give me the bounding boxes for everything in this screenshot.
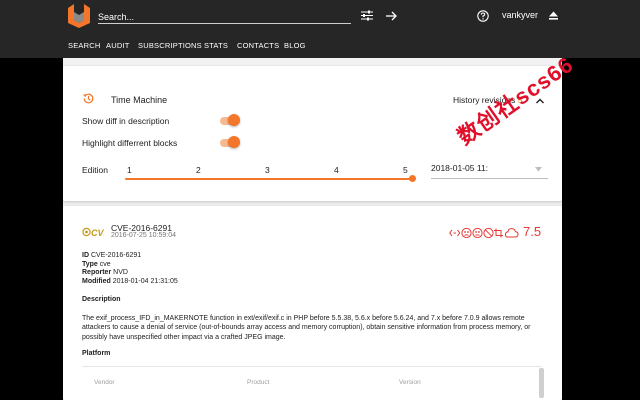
edition-tick-5[interactable]: 5 bbox=[403, 165, 408, 175]
cve-description: The exif_process_IFD_in_MAKERNOTE functi… bbox=[82, 315, 531, 341]
cve-reporter-row: Reporter NVD bbox=[82, 269, 128, 276]
platform-col-vendor[interactable]: Vendor bbox=[94, 379, 115, 386]
nav-blog[interactable]: BLOG bbox=[284, 41, 306, 50]
platform-col-product[interactable]: Product bbox=[247, 379, 269, 386]
edition-label: Edition bbox=[82, 165, 108, 175]
cve-logo: CVE bbox=[82, 225, 111, 239]
platform-table-scrollbar[interactable] bbox=[539, 368, 544, 398]
time-machine-title: Time Machine bbox=[111, 95, 168, 105]
top-bar: vankyver bbox=[0, 0, 640, 32]
highlight-blocks-toggle[interactable] bbox=[220, 136, 240, 150]
vulners-logo[interactable] bbox=[68, 4, 90, 28]
edition-tick-2[interactable]: 2 bbox=[196, 165, 201, 175]
nav-search[interactable]: SEARCH bbox=[68, 41, 100, 50]
arrow-right-icon[interactable] bbox=[385, 9, 398, 22]
cve-type-row: Type cve bbox=[82, 261, 111, 268]
edition-tick-4[interactable]: 4 bbox=[334, 165, 339, 175]
revision-date-value: 2018-01-05 11: bbox=[431, 163, 489, 173]
search-input[interactable] bbox=[98, 9, 351, 25]
nav-contacts[interactable]: CONTACTS bbox=[237, 41, 279, 50]
cve-modified-row: Modified 2018-01-04 21:31:05 bbox=[82, 278, 178, 285]
cve-detail-card: CVE CVE-2016-6291 2016-07-25 10:59:04 bbox=[63, 206, 562, 400]
username[interactable]: vankyver bbox=[502, 10, 538, 20]
revision-date-select[interactable]: 2018-01-05 11: bbox=[431, 163, 548, 179]
nav-audit[interactable]: AUDIT bbox=[106, 41, 130, 50]
cve-id-row: ID CVE-2016-6291 bbox=[82, 252, 142, 259]
cve-logo-text: CVE bbox=[91, 228, 104, 238]
description-heading: Description bbox=[82, 296, 121, 303]
show-diff-toggle[interactable] bbox=[220, 114, 240, 128]
show-diff-label: Show diff in description bbox=[82, 116, 170, 126]
search-box[interactable] bbox=[98, 7, 351, 25]
platform-col-version[interactable]: Version bbox=[399, 379, 421, 386]
history-icon bbox=[82, 92, 95, 105]
filter-settings-icon[interactable] bbox=[360, 9, 373, 22]
platform-table-divider bbox=[82, 366, 542, 367]
cve-action-icons bbox=[449, 226, 519, 239]
edition-slider-track[interactable] bbox=[125, 178, 413, 180]
nav-stats[interactable]: STATS bbox=[204, 41, 228, 50]
highlight-blocks-label: Highlight differrent blocks bbox=[82, 138, 178, 148]
edition-tick-3[interactable]: 3 bbox=[265, 165, 270, 175]
help-icon[interactable] bbox=[476, 9, 489, 22]
platform-heading: Platform bbox=[82, 350, 111, 357]
cvss-score: 7.5 bbox=[523, 224, 542, 239]
eject-icon[interactable] bbox=[548, 10, 559, 21]
nav-subscriptions[interactable]: SUBSCRIPTIONS bbox=[138, 41, 202, 50]
cve-published-date: 2016-07-25 10:59:04 bbox=[111, 232, 176, 239]
main-nav: SEARCH AUDIT SUBSCRIPTIONS STATS CONTACT… bbox=[0, 32, 640, 58]
dropdown-arrow-icon bbox=[535, 167, 542, 172]
edition-tick-1[interactable]: 1 bbox=[127, 165, 132, 175]
edition-slider-thumb[interactable] bbox=[409, 175, 416, 182]
